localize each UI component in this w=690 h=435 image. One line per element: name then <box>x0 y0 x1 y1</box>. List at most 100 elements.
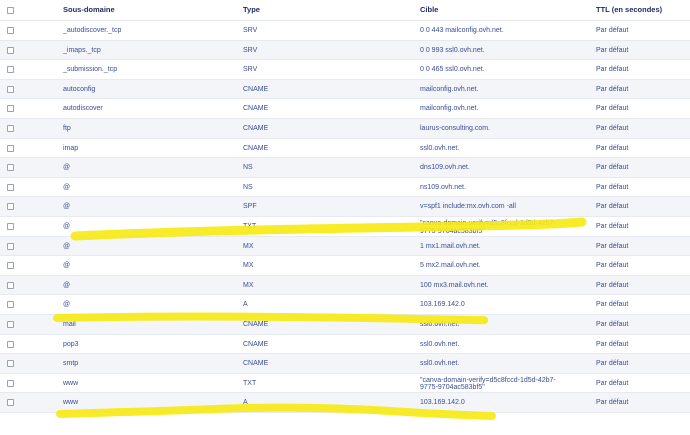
cell-target: 103.169.142.0 <box>420 399 465 407</box>
cell-subdomain: autodiscover <box>63 105 103 113</box>
cell-target: 0 0 443 mailconfig.ovh.net. <box>420 27 504 34</box>
cell-type: NS <box>243 164 253 172</box>
cell-subdomain: @ <box>63 164 71 172</box>
table-row[interactable]: www TXT "canva-domain-verify=d5c8fccd-1d5d… <box>0 374 690 394</box>
table-row[interactable]: @ SPF v=spf1 include:mx.ovh.com -all Par dé… <box>0 197 690 217</box>
table-row[interactable]: imap CNAME ssl0.ovh.net. Par défaut <box>0 139 690 159</box>
column-header-target[interactable]: Cible <box>420 0 438 20</box>
table-row[interactable]: pop3 CNAME ssl0.ovh.net. Par défaut <box>0 335 690 355</box>
table-row[interactable]: @ MX 100 mx3.mail.ovh.net. Par défaut <box>0 275 690 296</box>
cell-ttl: Par défaut <box>596 27 629 34</box>
row-checkbox[interactable] <box>7 379 14 387</box>
cell-subdomain: @ <box>63 203 71 211</box>
cell-subdomain: ftp <box>63 124 71 132</box>
cell-subdomain: smtp <box>63 360 79 368</box>
row-checkbox[interactable] <box>7 124 14 132</box>
row-checkbox[interactable] <box>7 27 14 34</box>
column-header-subdomain[interactable]: Sous-domaine <box>63 0 115 20</box>
table-row[interactable]: @ NS dns109.ovh.net. Par défaut <box>0 158 690 178</box>
table-row[interactable]: @ MX 5 mx2.mail.ovh.net. Par défaut <box>0 256 690 276</box>
cell-subdomain: imap <box>63 144 79 152</box>
row-checkbox[interactable] <box>7 281 14 289</box>
cell-ttl: Par défaut <box>596 66 629 74</box>
table-row[interactable]: _autodiscover._tcp SRV 0 0 443 mailconfig.… <box>0 21 690 41</box>
row-checkbox[interactable] <box>7 105 14 113</box>
cell-ttl: Par défaut <box>596 320 629 328</box>
table-row[interactable]: mail CNAME ssl0.ovh.net. Par défaut <box>0 314 690 335</box>
cell-type: CNAME <box>243 340 269 348</box>
table-row[interactable]: smtp CNAME ssl0.ovh.net. Par défaut <box>0 354 690 374</box>
cell-subdomain: www <box>63 399 79 407</box>
cell-target: dns109.ovh.net. <box>420 164 470 172</box>
cell-target: 1 mx1.mail.ovh.net. <box>420 242 481 250</box>
row-checkbox[interactable] <box>7 222 14 230</box>
table-row[interactable]: @ A 103.169.142.0 Par défaut <box>0 295 690 315</box>
cell-ttl: Par défaut <box>596 242 629 250</box>
cell-subdomain: @ <box>63 262 71 270</box>
table-row[interactable]: ftp CNAME laurus-consulting.com. Par défaut <box>0 118 690 139</box>
cell-subdomain: @ <box>63 281 71 289</box>
cell-ttl: Par défaut <box>596 281 629 289</box>
cell-subdomain: @ <box>63 183 71 191</box>
row-checkbox[interactable] <box>7 340 14 348</box>
cell-type: CNAME <box>243 105 269 113</box>
cell-ttl: Par défaut <box>596 144 629 152</box>
row-checkbox[interactable] <box>7 164 14 172</box>
row-checkbox[interactable] <box>7 85 14 93</box>
table-body: _autodiscover._tcp SRV 0 0 443 mailconfig.… <box>0 21 690 413</box>
cell-subdomain: @ <box>63 301 71 309</box>
cell-ttl: Par défaut <box>596 301 629 309</box>
cell-target: "canva-domain-verify=d5c8fccd-1d5d-42b7-… <box>420 219 556 235</box>
row-checkbox[interactable] <box>7 46 14 54</box>
cell-ttl: Par défaut <box>596 340 629 348</box>
cell-target: v=spf1 include:mx.ovh.com -all <box>420 203 516 211</box>
table-row[interactable]: @ TXT "canva-domain-verify=d5c8fccd-1d5d-4… <box>0 217 690 237</box>
cell-type: A <box>243 301 248 309</box>
cell-type: CNAME <box>243 85 269 93</box>
cell-subdomain: @ <box>63 242 71 250</box>
table-row[interactable]: @ MX 1 mx1.mail.ovh.net. Par défaut <box>0 236 690 257</box>
cell-ttl: Par défaut <box>596 164 629 172</box>
cell-ttl: Par défaut <box>596 46 629 54</box>
cell-type: CNAME <box>243 320 269 328</box>
table-row[interactable]: _imaps._tcp SRV 0 0 993 ssl0.ovh.net. Par d… <box>0 40 690 61</box>
cell-type: NS <box>243 183 253 191</box>
cell-subdomain: _imaps._tcp <box>63 46 101 54</box>
cell-target: mailconfig.ovh.net. <box>420 105 479 113</box>
cell-type: MX <box>243 242 254 250</box>
cell-target: 0 0 465 ssl0.ovh.net. <box>420 66 485 74</box>
table-row[interactable]: autoconfig CNAME mailconfig.ovh.net. Par dé… <box>0 79 690 100</box>
table-row[interactable]: @ NS ns109.ovh.net. Par défaut <box>0 178 690 198</box>
row-checkbox[interactable] <box>7 203 14 211</box>
row-checkbox[interactable] <box>7 144 14 152</box>
row-checkbox[interactable] <box>7 183 14 191</box>
row-checkbox[interactable] <box>7 360 14 368</box>
row-checkbox[interactable] <box>7 320 14 328</box>
table-row[interactable]: www A 103.169.142.0 Par défaut <box>0 393 690 413</box>
cell-ttl: Par défaut <box>596 124 629 132</box>
row-checkbox[interactable] <box>7 66 14 74</box>
cell-target: ssl0.ovh.net. <box>420 144 460 152</box>
cell-subdomain: @ <box>63 222 71 230</box>
cell-type: SRV <box>243 66 258 74</box>
table-row[interactable]: _submission._tcp SRV 0 0 465 ssl0.ovh.net.… <box>0 60 690 80</box>
table-row[interactable]: autodiscover CNAME mailconfig.ovh.net. Par … <box>0 99 690 119</box>
select-all-checkbox[interactable] <box>7 7 14 14</box>
cell-target: ssl0.ovh.net. <box>420 320 460 328</box>
column-header-ttl[interactable]: TTL (en secondes) <box>596 0 662 20</box>
cell-target: 100 mx3.mail.ovh.net. <box>420 281 489 289</box>
cell-subdomain: mail <box>63 320 76 328</box>
cell-ttl: Par défaut <box>596 360 629 368</box>
row-checkbox[interactable] <box>7 399 14 407</box>
cell-ttl: Par défaut <box>596 203 629 211</box>
row-checkbox[interactable] <box>7 301 14 309</box>
cell-type: TXT <box>243 379 257 387</box>
cell-type: SPF <box>243 203 257 211</box>
row-checkbox[interactable] <box>7 242 14 250</box>
row-checkbox[interactable] <box>7 262 14 270</box>
cell-target: 5 mx2.mail.ovh.net. <box>420 262 481 270</box>
cell-subdomain: pop3 <box>63 340 79 348</box>
column-header-type[interactable]: Type <box>243 0 260 20</box>
cell-type: TXT <box>243 222 257 230</box>
cell-subdomain: _submission._tcp <box>63 66 118 74</box>
